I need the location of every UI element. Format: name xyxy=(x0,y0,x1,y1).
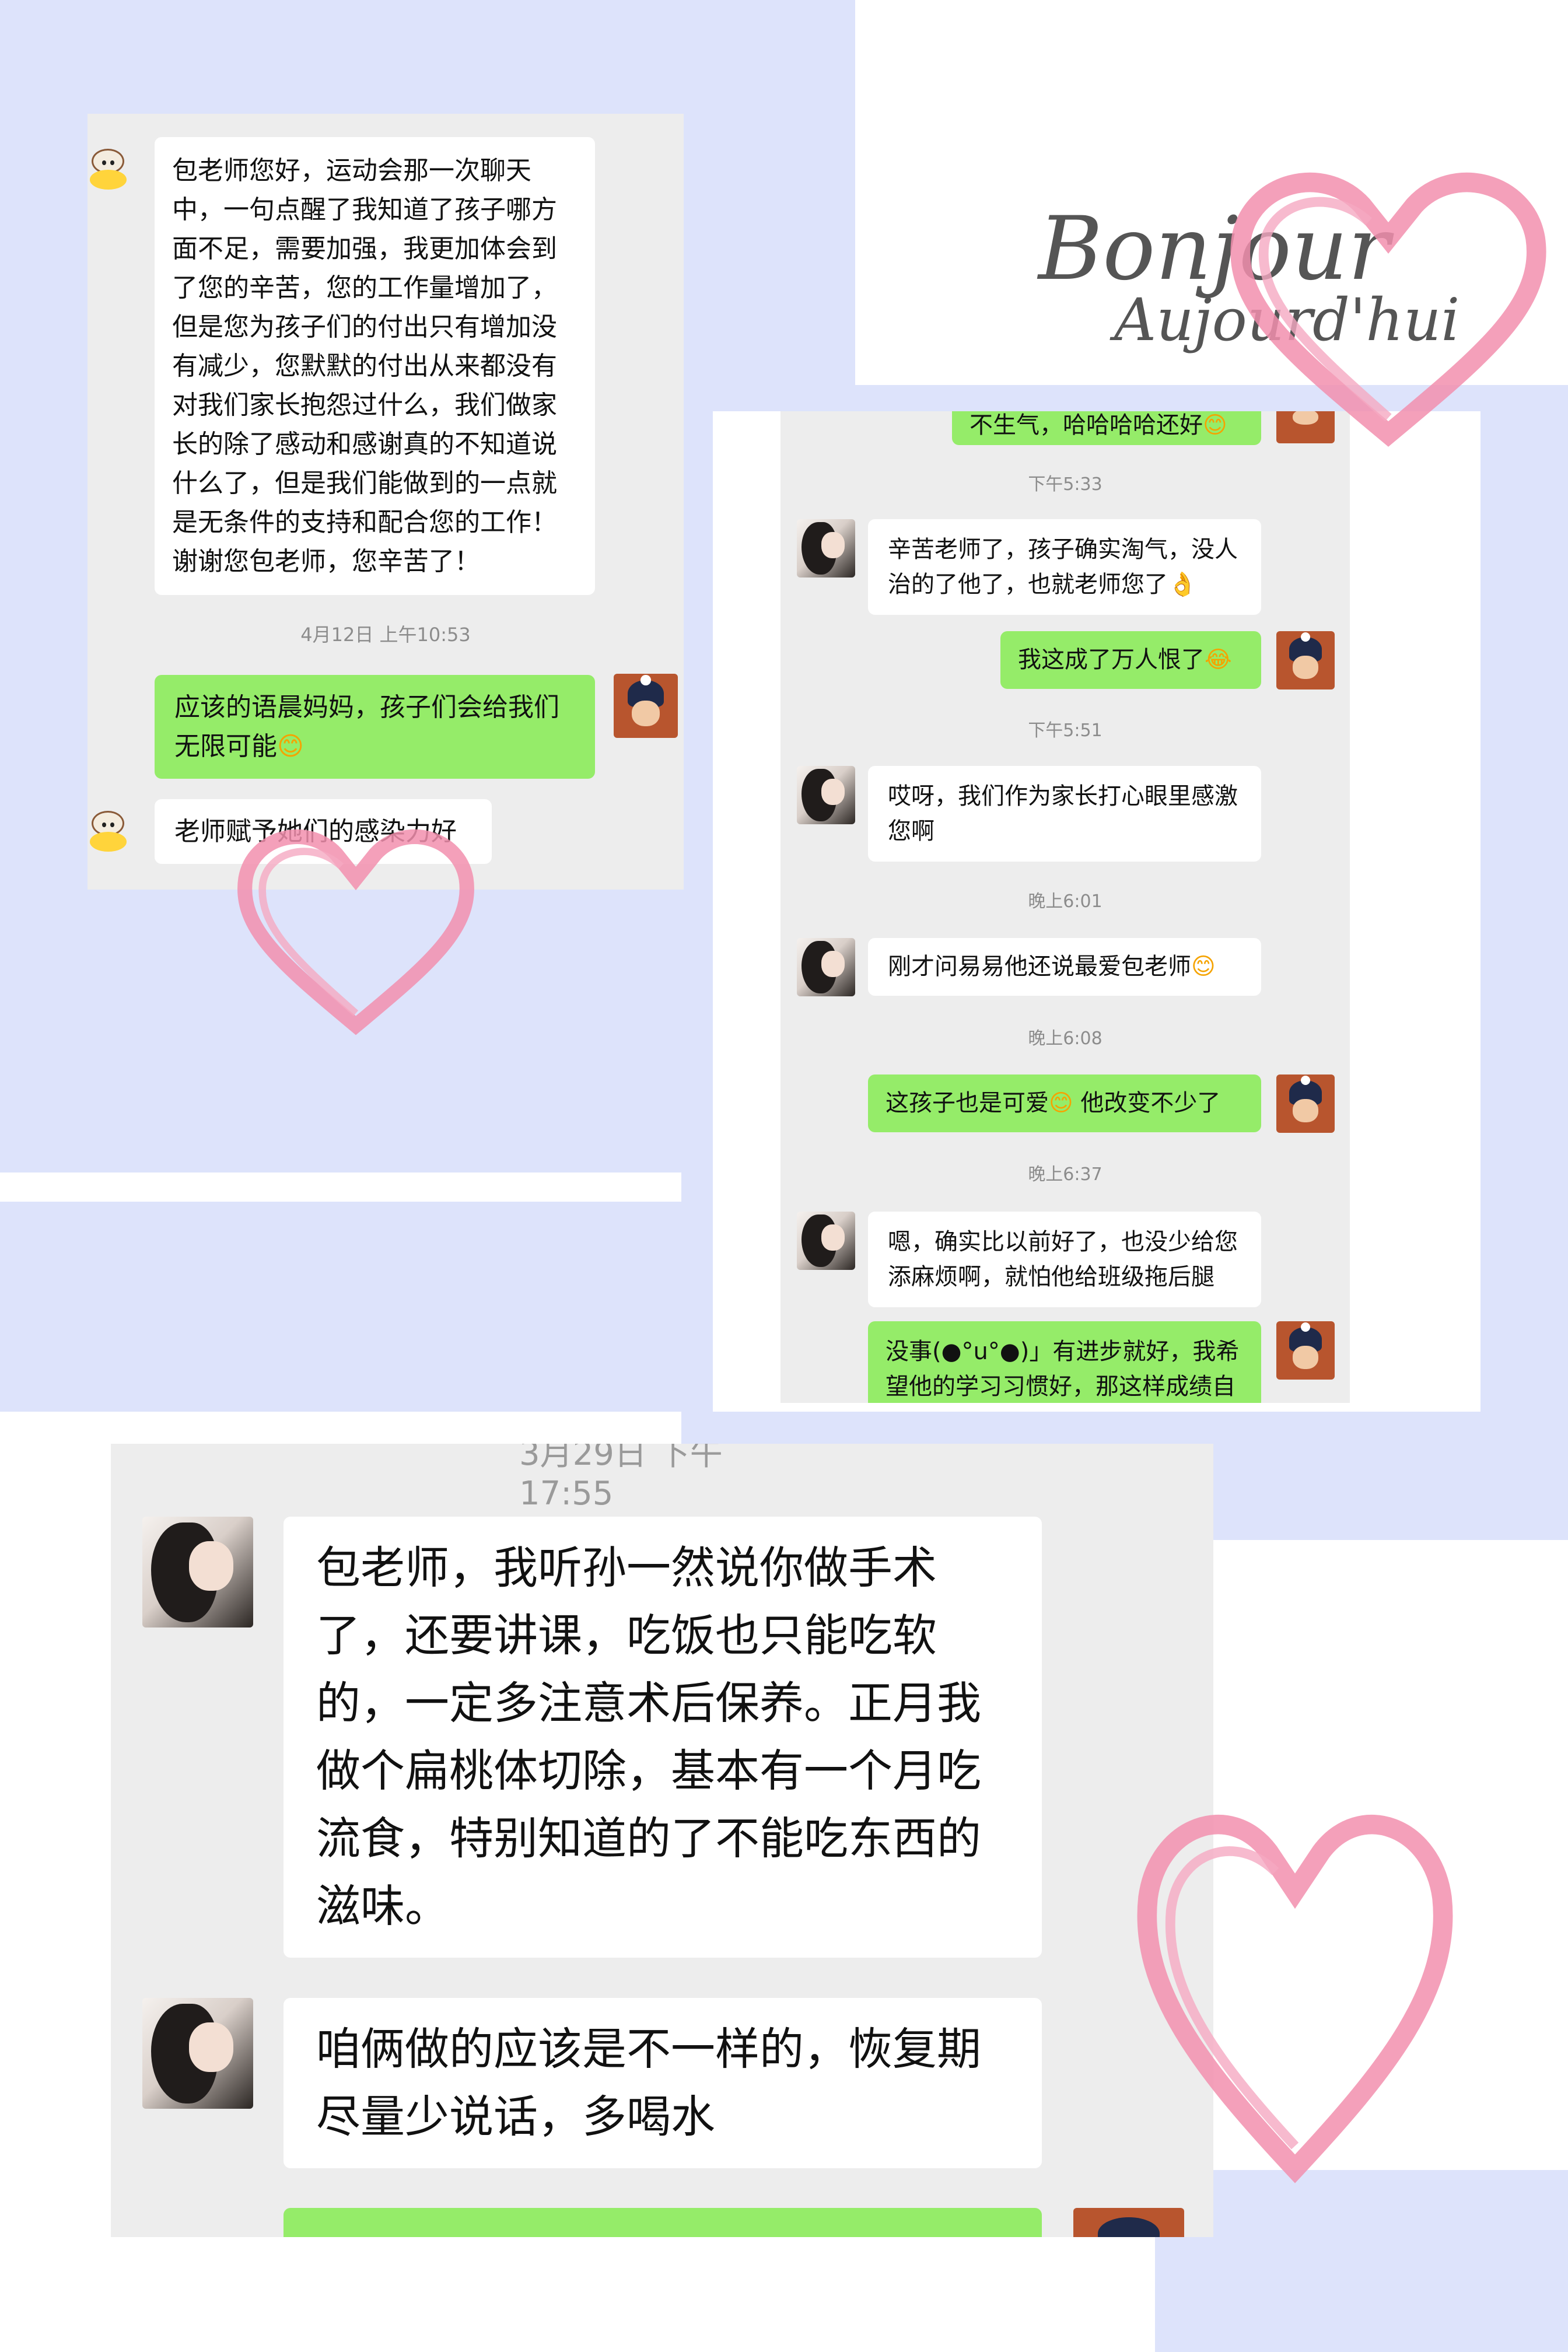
message-bubble[interactable]: 应该的语晨妈妈，孩子们会给我们无限可能😊 xyxy=(155,675,595,779)
heart-icon xyxy=(1230,172,1546,447)
timestamp: 晚上6:01 xyxy=(1028,891,1102,912)
teacher-avatar[interactable] xyxy=(1276,631,1335,690)
woman-avatar[interactable] xyxy=(142,1517,253,1628)
teacher-avatar[interactable] xyxy=(1276,1321,1335,1380)
message-bubble[interactable]: 刚才问易易他还说最爱包老师😊 xyxy=(868,938,1261,996)
message-text: 我这成了万人恨了 xyxy=(1018,646,1205,673)
monkey-avatar[interactable] xyxy=(88,149,128,190)
timestamp: 晚上6:08 xyxy=(1028,1028,1102,1049)
message-bubble[interactable]: 咱俩做的应该是不一样的，恢复期尽量少说话，多喝水 xyxy=(284,1998,1042,2168)
timestamp-clipped: 3月29日 下午17:55 xyxy=(519,1444,723,1513)
woman-avatar[interactable] xyxy=(797,938,855,996)
message-text: 不生气，哈哈哈哈还好 xyxy=(970,412,1203,439)
chat-screenshot-2: 不生气，哈哈哈哈还好😊 下午5:33 辛苦老师了，孩子确实淘气，没人治的了他了，… xyxy=(780,411,1350,1403)
heart-icon xyxy=(1137,1814,1453,2183)
message-bubble[interactable]: 我这成了万人恨了😂 xyxy=(1000,631,1261,689)
message-bubble[interactable]: 嗯，确实比以前好了，也没少给您添麻烦啊，就怕他给班级拖后腿 xyxy=(868,1212,1261,1307)
message-text: 刚才问易易他还说最爱包老师 xyxy=(888,953,1191,980)
woman-avatar[interactable] xyxy=(142,1998,253,2109)
timestamp: 晚上6:37 xyxy=(1028,1164,1102,1185)
smile-emoji-icon: 😊 xyxy=(1049,1090,1073,1116)
teacher-avatar[interactable] xyxy=(1276,1074,1335,1133)
teacher-avatar[interactable] xyxy=(614,674,678,738)
message-text: 这孩子也是可爱 xyxy=(886,1090,1049,1116)
message-bubble[interactable]: 这孩子也是可爱😊 他改变不少了 xyxy=(868,1074,1261,1132)
ok-hand-emoji-icon: 👌 xyxy=(1168,571,1197,598)
message-bubble[interactable]: 辛苦老师了，孩子确实淘气，没人治的了他了，也就老师您了👌 xyxy=(868,519,1261,615)
woman-avatar[interactable] xyxy=(797,766,855,824)
woman-avatar[interactable] xyxy=(797,1212,855,1270)
message-text-continued: 他改变不少了 xyxy=(1073,1090,1221,1116)
monkey-avatar[interactable] xyxy=(88,811,128,852)
heart-icon xyxy=(237,829,474,1035)
timestamp: 4月12日 上午10:53 xyxy=(300,624,471,646)
smile-emoji-icon: 😊 xyxy=(1203,412,1227,439)
message-bubble-clipped[interactable]: 不生气，哈哈哈哈还好😊 xyxy=(952,411,1261,445)
message-bubble[interactable]: 包老师，我听孙一然说你做手术了，还要讲课，吃饭也只能吃软的，一定多注意术后保养。… xyxy=(284,1517,1042,1958)
timestamp: 下午5:33 xyxy=(1028,474,1102,495)
message-bubble-clipped[interactable] xyxy=(284,2208,1042,2237)
chat-screenshot-3: 3月29日 下午17:55 包老师，我听孙一然说你做手术了，还要讲课，吃饭也只能… xyxy=(111,1444,1213,2237)
message-bubble[interactable]: 没事(●°u°●)」有进步就好，我希望他的学习习惯好，那这样成绩自 xyxy=(868,1321,1261,1403)
teacher-avatar[interactable] xyxy=(1073,2208,1184,2237)
smile-emoji-icon: 😊 xyxy=(1191,953,1216,980)
woman-avatar[interactable] xyxy=(797,519,855,578)
chat-screenshot-1: 包老师您好，运动会那一次聊天中，一句点醒了我知道了孩子哪方面不足，需要加强，我更… xyxy=(88,114,684,890)
message-bubble[interactable]: 包老师您好，运动会那一次聊天中，一句点醒了我知道了孩子哪方面不足，需要加强，我更… xyxy=(155,137,595,595)
smile-emoji-icon: 😊 xyxy=(277,732,304,761)
background-divider xyxy=(0,1172,681,1202)
message-text: 应该的语晨妈妈，孩子们会给我们无限可能 xyxy=(174,692,559,761)
laughing-emoji-icon: 😂 xyxy=(1205,646,1232,673)
background-block-mid-left xyxy=(0,1202,723,1412)
message-bubble[interactable]: 哎呀，我们作为家长打心眼里感激您啊 xyxy=(868,766,1261,862)
timestamp: 下午5:51 xyxy=(1028,720,1102,741)
